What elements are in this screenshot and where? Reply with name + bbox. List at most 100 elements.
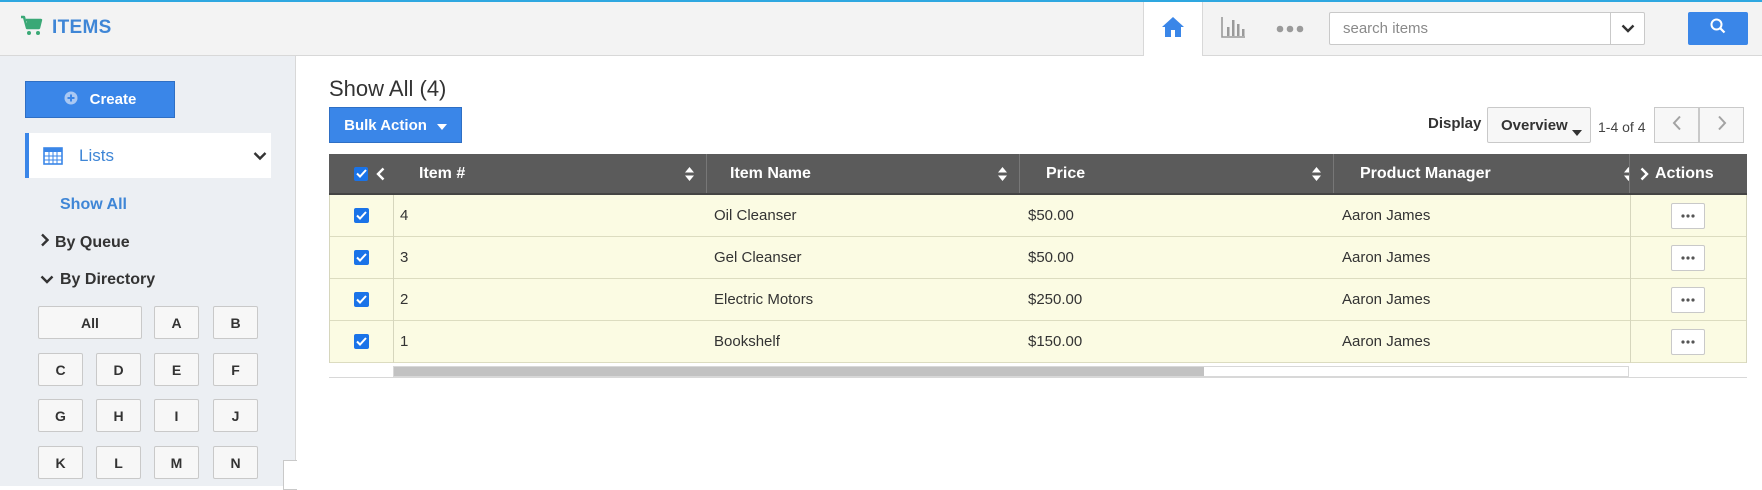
cell-price: $250.00 [1028,291,1083,308]
directory-button-f[interactable]: F [213,353,258,386]
sidebar-item-show-all[interactable]: Show All [60,196,127,214]
table-row[interactable]: 1 Bookshelf $150.00 Aaron James [329,321,1747,363]
directory-button-all[interactable]: All [38,306,142,339]
cell-item-no: 1 [400,333,409,350]
directory-button-k[interactable]: K [38,446,83,479]
header-select-cell [329,154,393,193]
app-title: ITEMS [52,17,112,38]
more-dots-icon [1276,20,1304,38]
sort-icon [685,167,694,186]
directory-button-h[interactable]: H [96,399,141,432]
table-row[interactable]: 3 Gel Cleanser $50.00 Aaron James [329,237,1747,279]
directory-button-m[interactable]: M [154,446,199,479]
directory-button-b[interactable]: B [213,306,258,339]
app-brand[interactable]: ITEMS [20,14,112,42]
column-label: Actions [1655,164,1714,182]
row-checkbox[interactable] [354,208,369,223]
directory-button-a[interactable]: A [154,306,199,339]
create-button[interactable]: Create [25,81,175,118]
select-all-checkbox[interactable] [354,166,368,181]
table-border-right [1746,195,1747,363]
table-border-left [329,195,330,363]
page-title: Show All (4) [329,76,447,101]
row-actions-button[interactable] [1671,202,1705,229]
bulk-action-button[interactable]: Bulk Action [329,107,462,143]
top-bar: ITEMS [0,0,1762,56]
row-actions-button[interactable] [1671,328,1705,355]
search-input[interactable] [1330,13,1603,44]
scrollbar-thumb[interactable] [394,367,1204,376]
home-icon [1160,15,1186,44]
chevron-down-icon [40,271,54,289]
sidebar-group-by-queue[interactable]: By Queue [40,233,130,252]
directory-button-j[interactable]: J [213,399,258,432]
column-header-actions: Actions [1630,154,1747,193]
column-header-item-name[interactable]: Item Name [707,154,1020,193]
pagination-range: 1-4 of 4 [1598,119,1646,135]
display-select[interactable]: Overview [1487,107,1591,143]
directory-button-d[interactable]: D [96,353,141,386]
nav-reports[interactable] [1205,2,1260,56]
table-bottom-divider [329,377,1747,378]
group-label: By Directory [60,271,156,288]
table-row[interactable]: 4 Oil Cleanser $50.00 Aaron James [329,195,1747,237]
chevron-right-icon [40,233,50,252]
search-dropdown-button[interactable] [1610,13,1644,44]
table-row[interactable]: 2 Electric Motors $250.00 Aaron James [329,279,1747,321]
directory-button-g[interactable]: G [38,399,83,432]
create-button-label: Create [89,91,137,108]
cell-product-manager: Aaron James [1342,333,1431,350]
cell-price: $50.00 [1028,249,1074,266]
column-label: Price [1046,164,1086,182]
cell-item-name: Bookshelf [714,333,780,350]
sidebar-item-label: Lists [79,145,114,165]
sidebar: Create Lists Show All By Queue By Direct… [0,56,296,486]
next-page-button[interactable] [1699,107,1744,143]
row-checkbox[interactable] [354,334,369,349]
column-header-item-no[interactable]: Item # [393,154,707,193]
cell-item-no: 2 [400,291,409,308]
prev-page-button[interactable] [1654,107,1699,143]
directory-button-i[interactable]: I [154,399,199,432]
cell-product-manager: Aaron James [1342,291,1431,308]
caret-down-icon [1572,123,1582,140]
chevron-down-icon [253,148,267,166]
caret-down-icon [436,117,447,134]
column-divider [1630,195,1631,363]
cell-item-no: 4 [400,207,409,224]
chevron-right-icon [1717,115,1727,136]
plus-circle-icon [64,91,78,109]
cell-item-name: Gel Cleanser [714,249,802,266]
horizontal-scrollbar[interactable] [393,366,1629,377]
table-header: Item # Item Name Price Product Manager A… [329,154,1747,195]
row-actions-button[interactable] [1671,286,1705,313]
scroll-left-icon[interactable] [376,167,385,181]
chevron-down-icon [1621,20,1635,38]
row-checkbox[interactable] [354,250,369,265]
column-divider [393,195,394,363]
search-button[interactable] [1688,12,1748,45]
cell-product-manager: Aaron James [1342,207,1431,224]
display-label: Display [1428,115,1482,132]
items-table: Item # Item Name Price Product Manager A… [329,154,1747,377]
sidebar-group-by-directory[interactable]: By Directory [40,271,155,289]
nav-home[interactable] [1143,2,1203,56]
bar-chart-icon [1220,15,1246,44]
scroll-right-icon[interactable] [1640,167,1649,181]
column-label: Item # [419,164,466,182]
directory-button-l[interactable]: L [96,446,141,479]
row-checkbox[interactable] [354,292,369,307]
column-label: Item Name [730,164,811,182]
column-header-product-manager[interactable]: Product Manager [1334,154,1630,193]
row-actions-button[interactable] [1671,244,1705,271]
directory-button-n[interactable]: N [213,446,258,479]
calendar-icon [43,146,63,165]
column-header-price[interactable]: Price [1020,154,1334,193]
cart-icon [20,14,44,43]
sidebar-item-lists[interactable]: Lists [25,133,271,178]
directory-button-c[interactable]: C [38,353,83,386]
cell-item-name: Electric Motors [714,291,814,308]
nav-more[interactable] [1262,2,1318,56]
directory-button-e[interactable]: E [154,353,199,386]
search-box [1329,12,1645,45]
